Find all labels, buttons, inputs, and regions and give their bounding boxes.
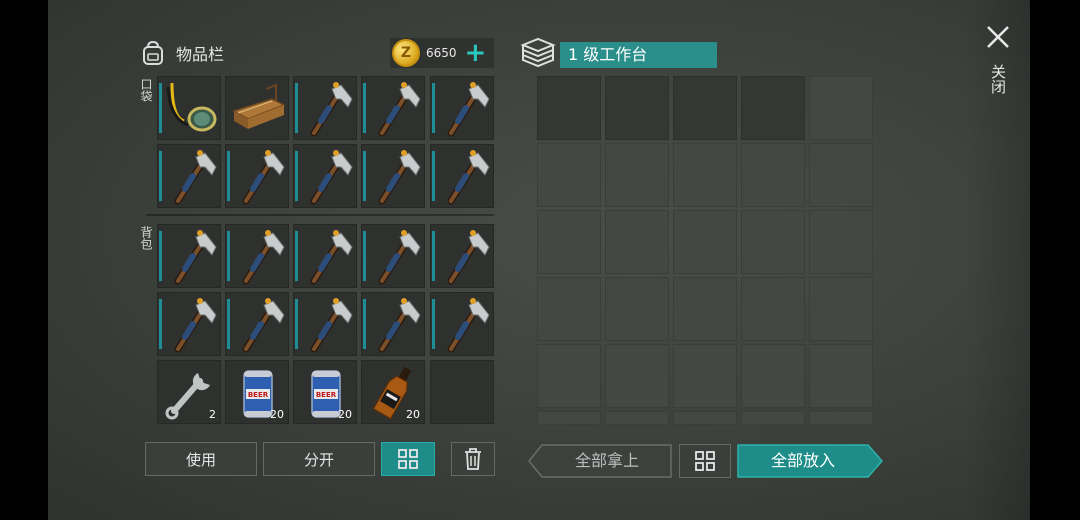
workbench-slot[interactable] xyxy=(741,76,805,140)
workbench-slot[interactable] xyxy=(605,143,669,207)
workbench-slot[interactable] xyxy=(809,143,873,207)
workbench-slot[interactable] xyxy=(537,277,601,341)
backpack-slot[interactable] xyxy=(293,224,357,288)
pocket-slot[interactable] xyxy=(430,76,494,140)
pocket-slot[interactable] xyxy=(293,76,357,140)
workbench-slot[interactable] xyxy=(605,76,669,140)
close-label[interactable]: 关闭 xyxy=(989,64,1007,94)
workbench-slot[interactable] xyxy=(605,344,669,408)
inventory-title: 物品栏 xyxy=(176,45,225,64)
sort-inventory-button[interactable] xyxy=(381,442,435,476)
backpack-icon xyxy=(143,40,163,65)
grid-icon xyxy=(695,451,715,471)
workbench-slot[interactable] xyxy=(673,411,737,425)
backpack-slot[interactable]: 20 xyxy=(361,360,425,424)
use-button[interactable]: 使用 xyxy=(145,442,257,476)
pocket-slot[interactable] xyxy=(361,76,425,140)
item-quantity: 20 xyxy=(338,408,352,421)
workbench-slot[interactable] xyxy=(809,411,873,425)
workbench-slot[interactable] xyxy=(809,277,873,341)
item-quantity: 20 xyxy=(270,408,284,421)
sort-workbench-button[interactable] xyxy=(679,444,731,478)
backpack-slot[interactable] xyxy=(157,292,221,356)
pocket-slot[interactable] xyxy=(225,76,289,140)
workbench-title: 1 级工作台 xyxy=(560,42,717,68)
workbench-slot[interactable] xyxy=(741,277,805,341)
backpack-slot[interactable] xyxy=(430,224,494,288)
workbench-slot[interactable] xyxy=(809,344,873,408)
currency-box: Z 6650 + xyxy=(390,38,494,68)
svg-text:BEER: BEER xyxy=(248,391,269,399)
workbench-slot[interactable] xyxy=(741,411,805,425)
workbench-slot[interactable] xyxy=(605,277,669,341)
pocket-slot[interactable] xyxy=(157,144,221,208)
workbench-slot[interactable] xyxy=(537,76,601,140)
workbench-stack-icon xyxy=(520,37,556,68)
backpack-slot[interactable] xyxy=(225,224,289,288)
workbench-slot[interactable] xyxy=(537,344,601,408)
backpack-slot[interactable]: BEER 20 xyxy=(225,360,289,424)
pocket-label: 口袋 xyxy=(139,78,153,102)
backpack-slot[interactable]: BEER 20 xyxy=(293,360,357,424)
trash-icon xyxy=(465,448,481,470)
delete-button[interactable] xyxy=(451,442,495,476)
take-all-label: 全部拿上 xyxy=(574,451,639,470)
item-quantity: 20 xyxy=(406,408,420,421)
put-all-label: 全部放入 xyxy=(770,451,835,470)
workbench-slot[interactable] xyxy=(537,210,601,274)
section-divider xyxy=(146,214,494,216)
workbench-slot[interactable] xyxy=(605,411,669,425)
pocket-slot[interactable] xyxy=(293,144,357,208)
game-screen: 物品栏 Z 6650 + 1 级工作台 关闭 口袋 背包 2 BEER 20 B… xyxy=(0,0,1080,520)
take-all-button[interactable]: 全部拿上 xyxy=(528,444,672,478)
workbench-slot[interactable] xyxy=(605,210,669,274)
workbench-slot[interactable] xyxy=(741,143,805,207)
workbench-slot[interactable] xyxy=(673,344,737,408)
item-quantity: 2 xyxy=(209,408,216,421)
backpack-slot[interactable] xyxy=(293,292,357,356)
backpack-slot[interactable] xyxy=(225,292,289,356)
pocket-slot[interactable] xyxy=(361,144,425,208)
currency-value: 6650 xyxy=(426,46,457,60)
coin-icon: Z xyxy=(392,39,420,67)
workbench-slot[interactable] xyxy=(673,143,737,207)
add-currency-button[interactable]: + xyxy=(465,40,487,66)
pocket-slot[interactable] xyxy=(430,144,494,208)
pocket-slot[interactable] xyxy=(225,144,289,208)
backpack-slot[interactable] xyxy=(430,292,494,356)
grid-icon xyxy=(398,449,418,469)
workbench-slot[interactable] xyxy=(741,344,805,408)
workbench-slot[interactable] xyxy=(809,76,873,140)
workbench-slot[interactable] xyxy=(673,76,737,140)
put-all-button[interactable]: 全部放入 xyxy=(737,444,883,478)
pocket-slot[interactable] xyxy=(157,76,221,140)
workbench-slot[interactable] xyxy=(673,277,737,341)
split-button[interactable]: 分开 xyxy=(263,442,375,476)
backpack-slot[interactable] xyxy=(361,224,425,288)
close-icon[interactable] xyxy=(985,24,1011,50)
workbench-slot[interactable] xyxy=(809,210,873,274)
backpack-slot[interactable] xyxy=(361,292,425,356)
workbench-slot[interactable] xyxy=(537,143,601,207)
backpack-slot[interactable] xyxy=(430,360,494,424)
workbench-slot[interactable] xyxy=(741,210,805,274)
inventory-header: 物品栏 xyxy=(140,38,224,68)
backpack-label: 背包 xyxy=(139,226,153,250)
svg-text:BEER: BEER xyxy=(316,391,337,399)
backpack-slot[interactable]: 2 xyxy=(157,360,221,424)
workbench-slot[interactable] xyxy=(673,210,737,274)
workbench-slot[interactable] xyxy=(537,411,601,425)
backpack-slot[interactable] xyxy=(157,224,221,288)
